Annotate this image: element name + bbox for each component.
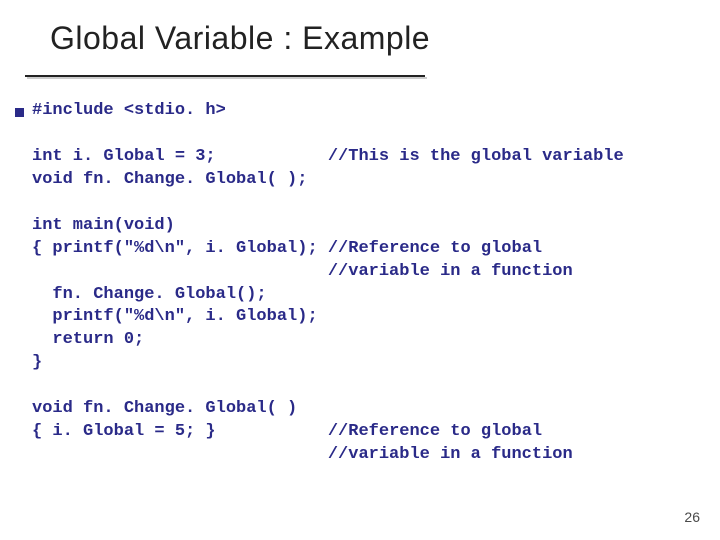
code-line: void fn. Change. Global( ) [32, 399, 297, 418]
code-line: int main(void) [32, 216, 175, 235]
code-line: { i. Global = 5; } [32, 422, 216, 441]
code-line: return 0; [32, 330, 144, 349]
code-block: #include <stdio. h> int i. Global = 3; /… [32, 100, 624, 467]
code-comment: //Reference to global [328, 239, 542, 258]
code-comment: //Reference to global [328, 422, 542, 441]
code-line: fn. Change. Global(); [32, 285, 267, 304]
code-comment: //variable in a function [32, 262, 573, 281]
code-line: printf("%d\n", i. Global); [32, 307, 318, 326]
title-underline [25, 75, 425, 81]
code-line: #include <stdio. h> [32, 101, 226, 120]
code-comment: //variable in a function [32, 445, 573, 464]
slide-title: Global Variable : Example [50, 20, 430, 57]
bullet-icon [15, 108, 24, 117]
code-line: { printf("%d\n", i. Global); [32, 239, 318, 258]
code-line: void fn. Change. Global( ); [32, 170, 307, 189]
code-comment: //This is the global variable [328, 147, 624, 166]
code-line: } [32, 353, 42, 372]
code-line: int i. Global = 3; [32, 147, 216, 166]
page-number: 26 [684, 509, 700, 525]
